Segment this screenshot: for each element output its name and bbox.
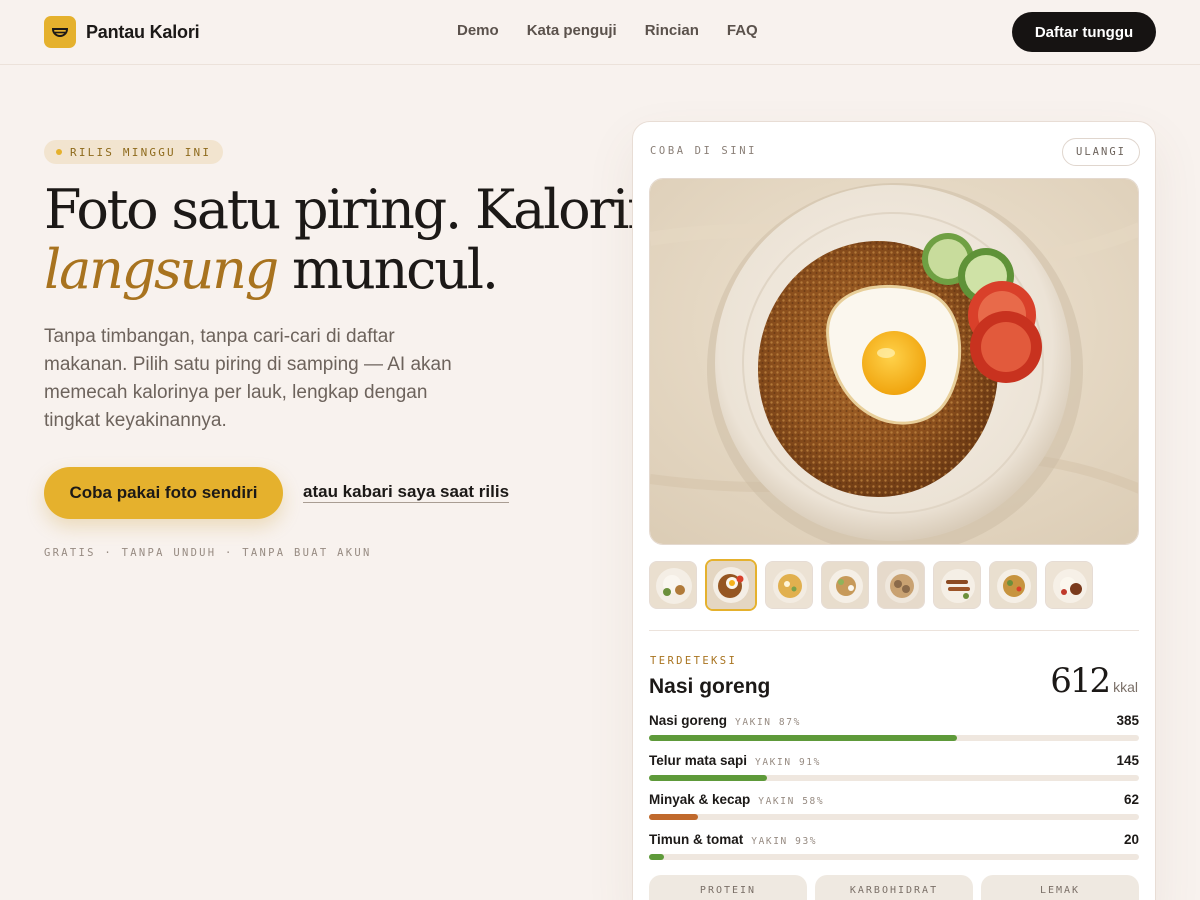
item-bar-track [649, 774, 1139, 781]
try-own-photo-button[interactable]: Coba pakai foto sendiri [44, 467, 283, 519]
nav-links: Demo Kata penguji Rincian FAQ [457, 22, 758, 39]
badge-dot-icon [56, 149, 62, 155]
item-bar-track [649, 735, 1139, 741]
breakdown-item: Telur mata sapi YAKIN 91% 145 [649, 753, 1139, 793]
item-bar-track [649, 853, 1139, 860]
headline-line-1: Foto satu piring. Kalorinya [44, 178, 720, 241]
thumbnail-mie-goreng[interactable] [989, 561, 1037, 609]
dish-name: Nasi goreng [649, 675, 771, 698]
card-divider [649, 630, 1139, 631]
item-confidence: YAKIN 91% [755, 756, 821, 768]
hero-headline: Foto satu piring. Kalorinya langsung mun… [44, 178, 720, 300]
food-photo [649, 178, 1139, 545]
macro-protein: PROTEIN [649, 875, 807, 900]
release-badge: RILIS MINGGU INI [44, 140, 224, 164]
item-bar-fill [649, 853, 664, 860]
item-bar-fill [649, 774, 768, 781]
item-kcal: 62 [1123, 792, 1139, 807]
breakdown-item: Minyak & kecap YAKIN 58% 62 [649, 792, 1139, 832]
item-bar-fill [649, 814, 698, 820]
item-confidence: YAKIN 93% [751, 835, 818, 847]
demo-label: COBA DI SINI [650, 145, 758, 157]
item-bar-track [649, 814, 1139, 820]
headline-rest: muncul. [277, 238, 499, 301]
waitlist-button[interactable]: Daftar tunggu [1012, 12, 1156, 52]
item-kcal: 145 [1116, 752, 1139, 768]
item-name: Nasi goreng [649, 713, 728, 728]
reset-button[interactable]: ULANGI [1062, 138, 1140, 166]
bowl-icon [44, 16, 76, 48]
item-confidence: YAKIN 87% [735, 717, 801, 728]
thumbnail-soto[interactable] [765, 561, 813, 609]
notify-me-link[interactable]: atau kabari saya saat rilis [303, 482, 510, 503]
total-calories-unit: kkal [1113, 679, 1138, 695]
nav-link-testimonials[interactable]: Kata penguji [527, 22, 617, 39]
thumbnail-nasi-goreng[interactable] [705, 559, 757, 611]
hero-footnote: GRATIS · TANPA UNDUH · TANPA BUAT AKUN [44, 547, 372, 559]
thumbnail-bakso[interactable] [877, 561, 925, 609]
detected-label: TERDETEKSI [650, 655, 738, 667]
thumbnail-nasi-campur[interactable] [649, 561, 697, 609]
breakdown-item: Timun & tomat YAKIN 93% 20 [649, 832, 1139, 872]
hero-subtitle: Tanpa timbangan, tanpa cari-cari di daft… [44, 326, 452, 431]
item-name: Minyak & kecap [649, 792, 751, 807]
thumbnail-rendang[interactable] [1045, 561, 1093, 609]
macro-carbs: KARBOHIDRAT [815, 875, 973, 900]
macro-fat: LEMAK [981, 875, 1139, 900]
badge-text: RILIS MINGGU INI [70, 145, 212, 159]
headline-line-2: langsung muncul. [44, 240, 604, 300]
thumbnail-gado-gado[interactable] [821, 561, 869, 609]
nav-link-faq[interactable]: FAQ [727, 22, 758, 39]
demo-card: COBA DI SINI ULANGI TERDETEKSI Nasi gore… [632, 121, 1156, 900]
nav-link-demo[interactable]: Demo [457, 22, 499, 39]
brand-logo[interactable]: Pantau Kalori [44, 16, 200, 48]
total-calories-value: 612 [1050, 661, 1111, 701]
top-nav: Pantau Kalori Demo Kata penguji Rincian … [0, 0, 1200, 65]
item-name: Timun & tomat [649, 831, 744, 847]
headline-emphasis: langsung [44, 238, 279, 301]
dish-thumbnails [649, 559, 1093, 611]
calorie-breakdown: Nasi goreng YAKIN 87% 385 Telur mata sap… [649, 713, 1139, 871]
breakdown-item: Nasi goreng YAKIN 87% 385 [649, 713, 1139, 753]
thumbnail-sate[interactable] [933, 561, 981, 609]
brand-name: Pantau Kalori [86, 21, 200, 42]
item-confidence: YAKIN 58% [758, 796, 825, 807]
total-calories: 612 kkal [1050, 661, 1138, 701]
item-bar-fill [649, 735, 958, 741]
nav-link-details[interactable]: Rincian [645, 22, 699, 39]
item-kcal: 20 [1123, 831, 1139, 847]
item-name: Telur mata sapi [649, 752, 748, 768]
macro-cards: PROTEIN KARBOHIDRAT LEMAK [649, 875, 1139, 900]
item-kcal: 385 [1116, 713, 1139, 728]
